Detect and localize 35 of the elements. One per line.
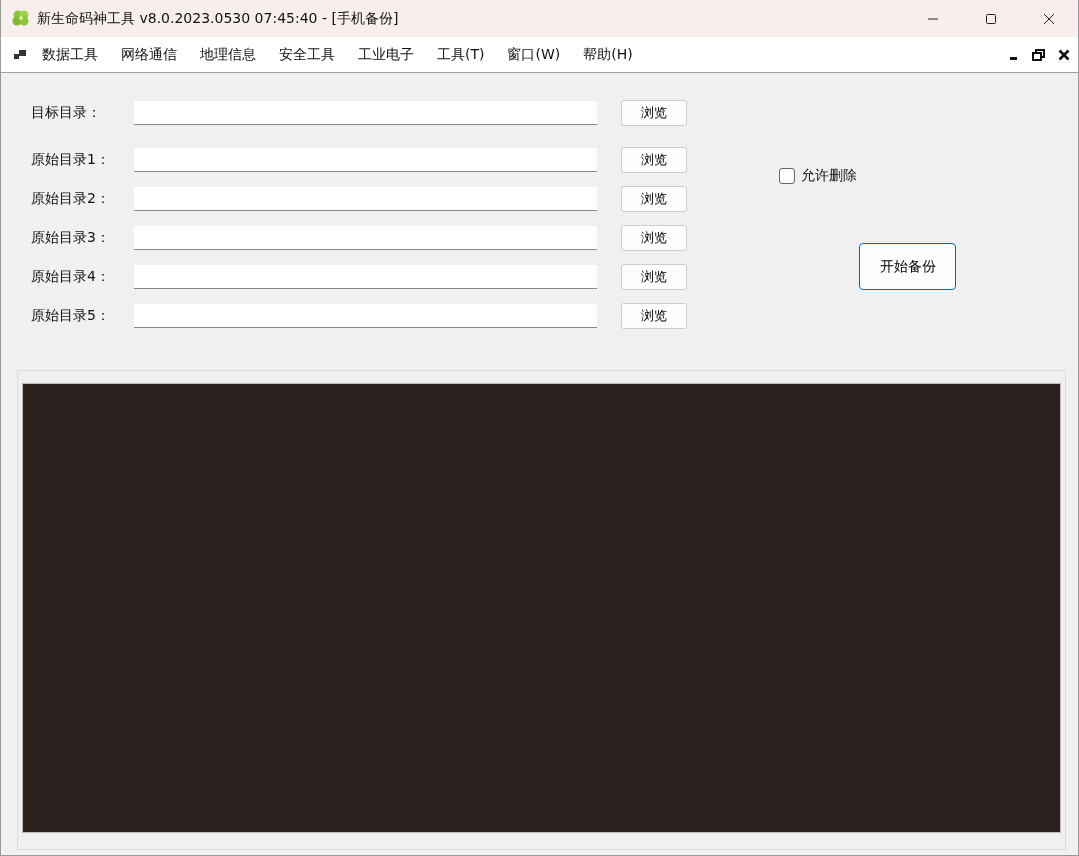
checkbox-label: 允许删除 [801,167,857,185]
field-label: 原始目录3： [31,229,111,247]
input-field[interactable] [134,187,597,211]
browse-button[interactable]: 浏览 [621,100,687,126]
close-icon[interactable] [1058,48,1070,61]
input-field[interactable] [134,226,597,250]
menu-item[interactable]: 地理信息 [200,45,256,64]
close-icon[interactable] [1043,12,1055,25]
browse-button[interactable]: 浏览 [621,147,687,173]
field-label: 原始目录4： [31,268,111,286]
restore-icon[interactable] [1032,48,1045,61]
checkbox[interactable] [779,168,795,184]
menu-item[interactable]: 窗口(W) [507,45,561,64]
field-label: 原始目录1： [31,151,111,169]
browse-button[interactable]: 浏览 [621,225,687,251]
menu-item[interactable]: 数据工具 [42,45,98,64]
menu-item[interactable]: 工业电子 [358,45,414,64]
input-field[interactable] [134,265,597,289]
field-label: 原始目录2： [31,190,111,208]
menu-item[interactable]: 工具(T) [437,45,485,64]
maximize-icon[interactable] [985,12,997,25]
field-label: 原始目录5： [31,307,111,325]
browse-button[interactable]: 浏览 [621,264,687,290]
window-icon[interactable] [14,49,26,60]
start-button[interactable]: 开始备份 [859,243,956,290]
field-label: 目标目录： [31,104,102,122]
browse-button[interactable]: 浏览 [621,303,687,329]
input-field[interactable] [134,304,597,328]
menu-item[interactable]: 帮助(H) [583,45,633,64]
window-title: 新生命码神工具 v8.0.2023.0530 07:45:40 - [手机备份] [37,9,399,28]
menu-item[interactable]: 网络通信 [121,45,177,64]
input-field[interactable] [134,148,597,172]
browse-button[interactable]: 浏览 [621,186,687,212]
menu-item[interactable]: 安全工具 [279,45,335,64]
input-field[interactable] [134,101,597,125]
